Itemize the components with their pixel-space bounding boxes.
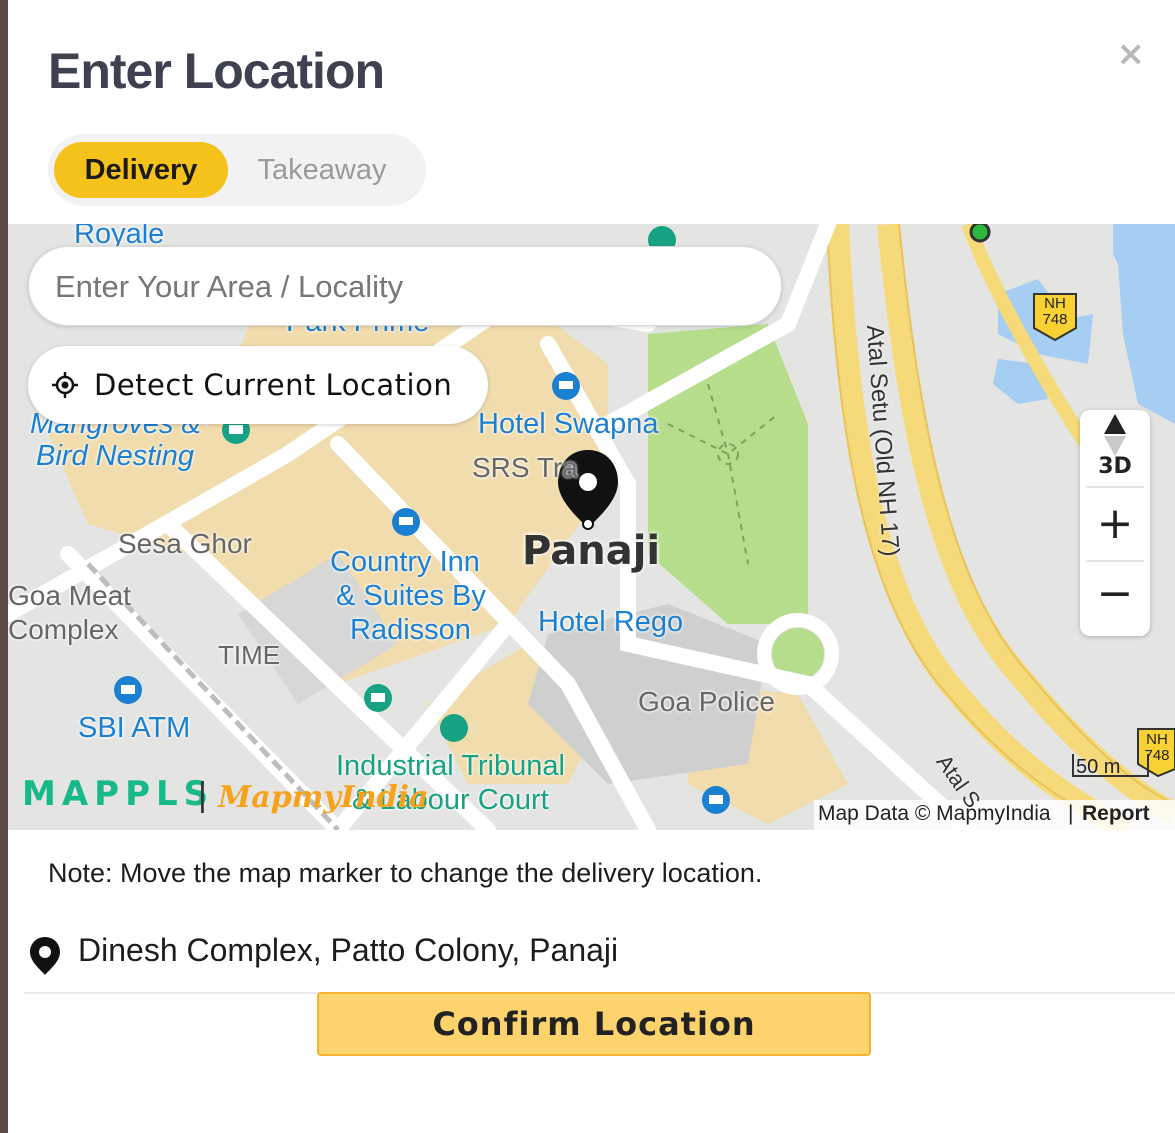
attribution-divider: |: [1068, 802, 1074, 825]
location-modal: Enter Location × Delivery Takeaway Royal…: [8, 0, 1175, 1133]
map-label-bird-nesting: Bird Nesting: [36, 440, 194, 472]
selected-address: Dinesh Complex, Patto Colony, Panaji: [78, 932, 619, 968]
location-pin-icon: [30, 937, 60, 975]
search-box: [28, 246, 782, 327]
search-input[interactable]: [53, 247, 757, 327]
nh748-shield-b: NH 748: [1144, 731, 1170, 764]
takeaway-tab[interactable]: Takeaway: [242, 142, 402, 198]
map-note: Note: Move the map marker to change the …: [48, 858, 763, 888]
mapmyindia-logo: MapmyIndia: [218, 780, 429, 815]
modal-title: Enter Location: [48, 43, 385, 99]
map-label-country-inn-1: Country Inn: [330, 546, 480, 578]
map-view[interactable]: Royale Park Prime Mangroves & Bird Nesti…: [8, 224, 1175, 830]
zoom-in-button[interactable]: +: [1080, 494, 1150, 554]
zoom-out-button[interactable]: −: [1080, 564, 1150, 624]
map-label-sbi-atm: SBI ATM: [78, 712, 191, 744]
map-attribution: Map Data © MapmyIndia: [818, 802, 1051, 825]
delivery-tab[interactable]: Delivery: [54, 142, 228, 198]
map-marker[interactable]: [558, 450, 618, 530]
map-label-country-inn-3: Radisson: [350, 614, 471, 646]
map-label-time: TIME: [218, 640, 281, 670]
close-icon[interactable]: ×: [1117, 34, 1146, 74]
brand-divider: |: [198, 776, 207, 814]
map-label-tribunal-1: Industrial Tribunal: [336, 750, 565, 782]
map-scale: 50 m: [1076, 756, 1121, 778]
map-label-goa-meat-1: Goa Meat: [8, 580, 131, 611]
map-label-hotel-rego: Hotel Rego: [538, 606, 684, 638]
map-controls: 3D + −: [1080, 410, 1150, 636]
map-label-goa-meat-2: Complex: [8, 614, 119, 645]
map-label-goa-police: Goa Police: [638, 686, 775, 717]
map-label-sesa-ghor: Sesa Ghor: [118, 528, 252, 559]
map-label-country-inn-2: & Suites By: [336, 580, 486, 612]
compass-icon[interactable]: [1102, 414, 1128, 458]
order-type-toggle: Delivery Takeaway: [48, 134, 426, 206]
detect-location-button[interactable]: Detect Current Location: [28, 346, 488, 424]
selected-address-row: Dinesh Complex, Patto Colony, Panaji: [24, 926, 1175, 994]
map-label-panaji: Panaji: [522, 528, 661, 574]
confirm-location-button[interactable]: Confirm Location: [317, 992, 871, 1056]
map-label-hotel-swapna: Hotel Swapna: [478, 408, 659, 440]
3d-toggle-button[interactable]: 3D: [1080, 454, 1150, 479]
crosshair-icon: [52, 372, 78, 398]
nh748-shield-a: NH 748: [1042, 295, 1068, 328]
mappls-logo: MAPPLS: [22, 774, 215, 814]
report-link[interactable]: Report: [1082, 802, 1150, 826]
detect-location-label: Detect Current Location: [94, 368, 453, 402]
